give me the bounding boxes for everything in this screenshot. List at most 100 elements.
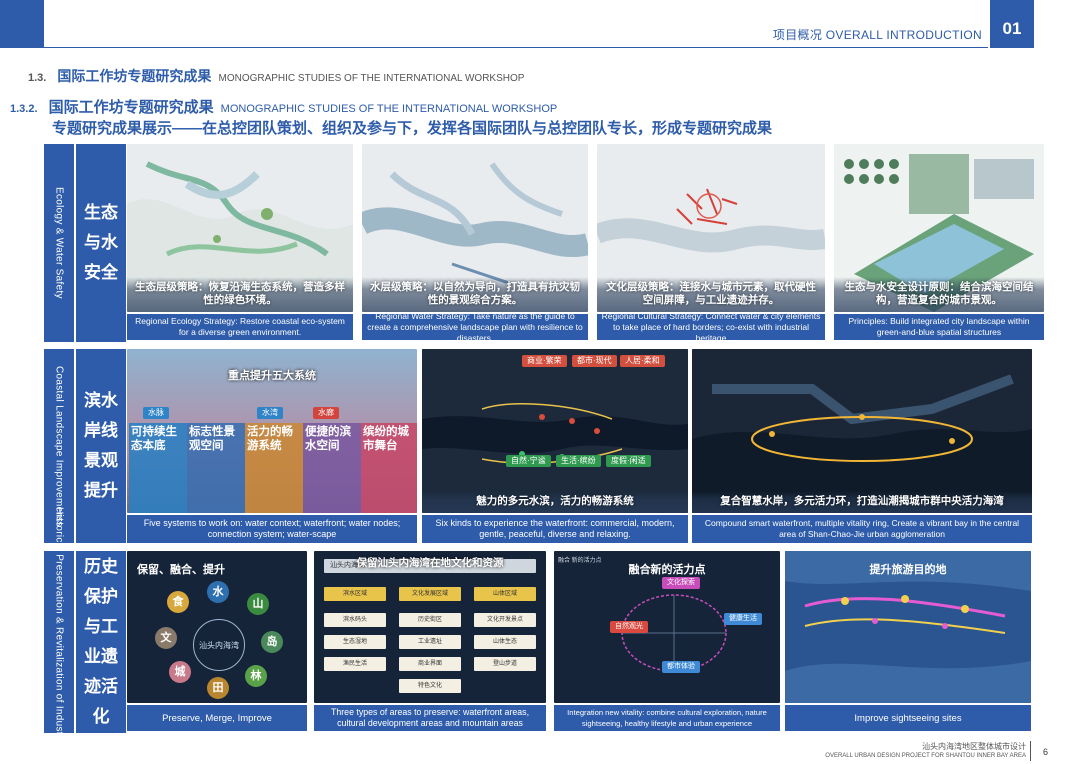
sightseeing-title: 提升旅游目的地 bbox=[869, 564, 947, 576]
node-urban-experience: 都市体验 bbox=[662, 661, 700, 673]
section-number: 1.3. bbox=[28, 72, 47, 84]
principles-caption: Principles: Build integrated city landsc… bbox=[834, 314, 1044, 340]
node-culture: 文 bbox=[155, 627, 177, 649]
subsection-title-en: MONOGRAPHIC STUDIES OF THE INTERNATIONAL… bbox=[220, 103, 558, 115]
principles-panel: 生态与水安全设计原则：结合滨海空间结构，营造复合的城市景观。 bbox=[834, 144, 1044, 312]
row-historical: Historical Preservation & Revitalization… bbox=[44, 507, 1044, 764]
footer-project-en: OVERALL URBAN DESIGN PROJECT FOR SHANTOU… bbox=[825, 753, 1026, 759]
node-food: 食 bbox=[167, 591, 189, 613]
box-wetland: 生态湿地 bbox=[324, 635, 386, 649]
node-forest: 林 bbox=[245, 665, 267, 687]
row-label-cn: 生态与水安全 bbox=[76, 144, 126, 342]
six-kinds-caption: Six kinds to experience the waterfront: … bbox=[422, 515, 688, 543]
preserve-areas-title: 保留汕头内海湾在地文化和资源 bbox=[356, 557, 504, 569]
page-subtitle: 专题研究成果展示——在总控团队策划、组织及参与下，发挥各国际团队与总控团队专长，… bbox=[52, 120, 773, 137]
section-heading-1: 1.3. 国际工作坊专题研究成果 MONOGRAPHIC STUDIES OF … bbox=[28, 66, 524, 86]
tag-modern: 都市·现代 bbox=[572, 355, 617, 367]
box-retail: 商业界面 bbox=[399, 657, 461, 671]
subsection-number: 1.3.2. bbox=[10, 103, 38, 115]
page-number: 6 bbox=[1042, 747, 1048, 757]
sightseeing-caption: Improve sightseeing sites bbox=[785, 705, 1031, 731]
section-heading-2: 1.3.2. 国际工作坊专题研究成果 MONOGRAPHIC STUDIES O… bbox=[10, 96, 557, 117]
box-industrial: 工业遗址 bbox=[399, 635, 461, 649]
tag-gentle: 人居·柔和 bbox=[620, 355, 665, 367]
five-systems-caption: Five systems to work on: water context; … bbox=[127, 515, 417, 543]
node-healthy-life: 健康生活 bbox=[724, 613, 762, 625]
system-stage: 缤纷的城市舞台 bbox=[361, 423, 417, 513]
smart-waterfront-panel: 复合智慧水岸，多元活力环，打造汕潮揭城市群中央活力海湾 bbox=[692, 349, 1032, 513]
smart-waterfront-map-graphic bbox=[692, 349, 1032, 513]
center-node: 汕头内海湾 bbox=[193, 619, 245, 671]
box-special-culture: 特色文化 bbox=[399, 679, 461, 693]
node-nature-sightseeing: 自然观光 bbox=[610, 621, 648, 633]
footer-project-cn: 汕头内海湾地区整体城市设计 bbox=[922, 742, 1026, 751]
system-vitality: 活力的畅游系统 bbox=[245, 423, 303, 513]
water-strategy-overlay: 水层级策略：以自然为导向，打造具有抗灾韧性的景观综合方案。 bbox=[362, 277, 588, 312]
tag-leisure: 度假·闲适 bbox=[606, 455, 651, 467]
smart-waterfront-caption: Compound smart waterfront, multiple vita… bbox=[692, 515, 1032, 543]
box-pier: 滨水码头 bbox=[324, 613, 386, 627]
footer-divider bbox=[1030, 741, 1031, 761]
box-culture: 文化发展区域 bbox=[399, 587, 461, 601]
water-map-panel: 水层级策略：以自然为导向，打造具有抗灾韧性的景观综合方案。 bbox=[362, 144, 588, 312]
preserve-areas-caption: Three types of areas to preserve: waterf… bbox=[314, 705, 546, 731]
six-kinds-panel: 商业·繁荣 都市·现代 人居·柔和 自然·宁谧 生活·缤纷 度假·闲适 魅力的多… bbox=[422, 349, 688, 513]
six-kinds-map-graphic bbox=[422, 349, 688, 513]
culture-map-panel: 文化层级策略：连接水与城市元素，取代硬性空间屏障，与工业遗迹并存。 bbox=[597, 144, 825, 312]
row-label-cn: 滨水岸线景观提升 bbox=[76, 349, 126, 543]
box-mountain: 山体区域 bbox=[474, 587, 536, 601]
culture-strategy-caption: Regional Cultural Strategy: Connect wate… bbox=[597, 311, 825, 343]
box-fisherman: 渔民生活 bbox=[324, 657, 386, 671]
tag-water-corridor: 水廊 bbox=[313, 407, 339, 419]
row-label-cn: 历史保护与工业遗迹活化 bbox=[76, 551, 126, 733]
header-divider bbox=[44, 47, 988, 48]
node-city: 城 bbox=[169, 661, 191, 683]
tag-water-bay: 水湾 bbox=[257, 407, 283, 419]
ecology-map-panel: 生态层级策略：恢复沿海生态系统，营造多样性的绿色环境。 bbox=[127, 144, 353, 312]
section-title-cn: 国际工作坊专题研究成果 bbox=[57, 68, 212, 84]
preserve-merge-caption: Preserve, Merge, Improve bbox=[127, 705, 307, 731]
node-water: 水 bbox=[207, 581, 229, 603]
ecology-strategy-overlay: 生态层级策略：恢复沿海生态系统，营造多样性的绿色环境。 bbox=[127, 277, 353, 312]
five-systems-panel: 重点提升五大系统 水脉 水湾 水廊 可持续生态本底 标志性景观空间 活力的畅游系… bbox=[127, 349, 417, 513]
system-landmark: 标志性景观空间 bbox=[187, 423, 245, 513]
section-title-en: MONOGRAPHIC STUDIES OF THE INTERNATIONAL… bbox=[218, 73, 525, 84]
row-coastal: Coastal Landscape Improvements 滨水岸线景观提升 … bbox=[44, 349, 1044, 543]
smart-waterfront-overlay: 复合智慧水岸，多元活力环，打造汕潮揭城市群中央活力海湾 bbox=[692, 491, 1032, 513]
box-historic: 历史街区 bbox=[399, 613, 461, 627]
node-island: 岛 bbox=[261, 631, 283, 653]
row-label-en: Historical Preservation & Revitalization… bbox=[44, 507, 74, 764]
tag-water-context: 水脉 bbox=[143, 407, 169, 419]
tag-lively: 生活·缤纷 bbox=[556, 455, 601, 467]
six-kinds-overlay: 魅力的多元水滨，活力的畅游系统 bbox=[422, 491, 688, 513]
page-header: 项目概况 OVERALL INTRODUCTION 01 bbox=[0, 0, 1080, 48]
system-ecology: 可持续生态本底 bbox=[129, 423, 187, 513]
node-mountain: 山 bbox=[247, 593, 269, 615]
header-title: 项目概况 OVERALL INTRODUCTION bbox=[772, 28, 982, 42]
culture-strategy-overlay: 文化层级策略：连接水与城市元素，取代硬性空间屏障，与工业遗迹并存。 bbox=[597, 277, 825, 312]
preserve-merge-panel: 保留、融合、提升 汕头内海湾 水 山 岛 林 田 城 文 食 bbox=[127, 551, 307, 703]
box-waterfront: 滨水区域 bbox=[324, 587, 386, 601]
vitality-ring-graphic bbox=[621, 594, 727, 672]
new-vitality-caption: Integration new vitality: combine cultur… bbox=[554, 705, 780, 731]
row-label-en: Ecology & Water Safety bbox=[44, 144, 74, 342]
tag-natural: 自然·宁谧 bbox=[506, 455, 551, 467]
system-access: 便捷的滨水空间 bbox=[303, 423, 361, 513]
sightseeing-panel: 提升旅游目的地 bbox=[785, 551, 1031, 703]
chapter-number: 01 bbox=[990, 0, 1034, 48]
five-systems-title: 重点提升五大系统 bbox=[228, 370, 316, 382]
row-ecology: Ecology & Water Safety 生态与水安全 生态层级策略：恢复沿… bbox=[44, 144, 1044, 343]
preserve-areas-panel: 汕头内海湾 保留汕头内海湾在地文化和资源 滨水区域 文化发展区域 山体区域 滨水… bbox=[314, 551, 546, 703]
ecology-strategy-caption: Regional Ecology Strategy: Restore coast… bbox=[127, 314, 353, 340]
tag-commercial: 商业·繁荣 bbox=[522, 355, 567, 367]
box-trail: 登山步道 bbox=[474, 657, 536, 671]
box-attraction: 文化开发景点 bbox=[474, 613, 536, 627]
header-left-accent bbox=[0, 0, 44, 48]
box-mountain-eco: 山体生态 bbox=[474, 635, 536, 649]
node-field: 田 bbox=[207, 677, 229, 699]
subsection-title-cn: 国际工作坊专题研究成果 bbox=[48, 99, 214, 116]
preserve-merge-title: 保留、融合、提升 bbox=[137, 564, 225, 576]
node-cultural-exploration: 文化探索 bbox=[662, 577, 700, 589]
new-vitality-panel: 融合 新的活力点 融合新的活力点 文化探索 健康生活 自然观光 都市体验 bbox=[554, 551, 780, 703]
water-strategy-caption: Regional Water Strategy: Take nature as … bbox=[362, 311, 588, 343]
